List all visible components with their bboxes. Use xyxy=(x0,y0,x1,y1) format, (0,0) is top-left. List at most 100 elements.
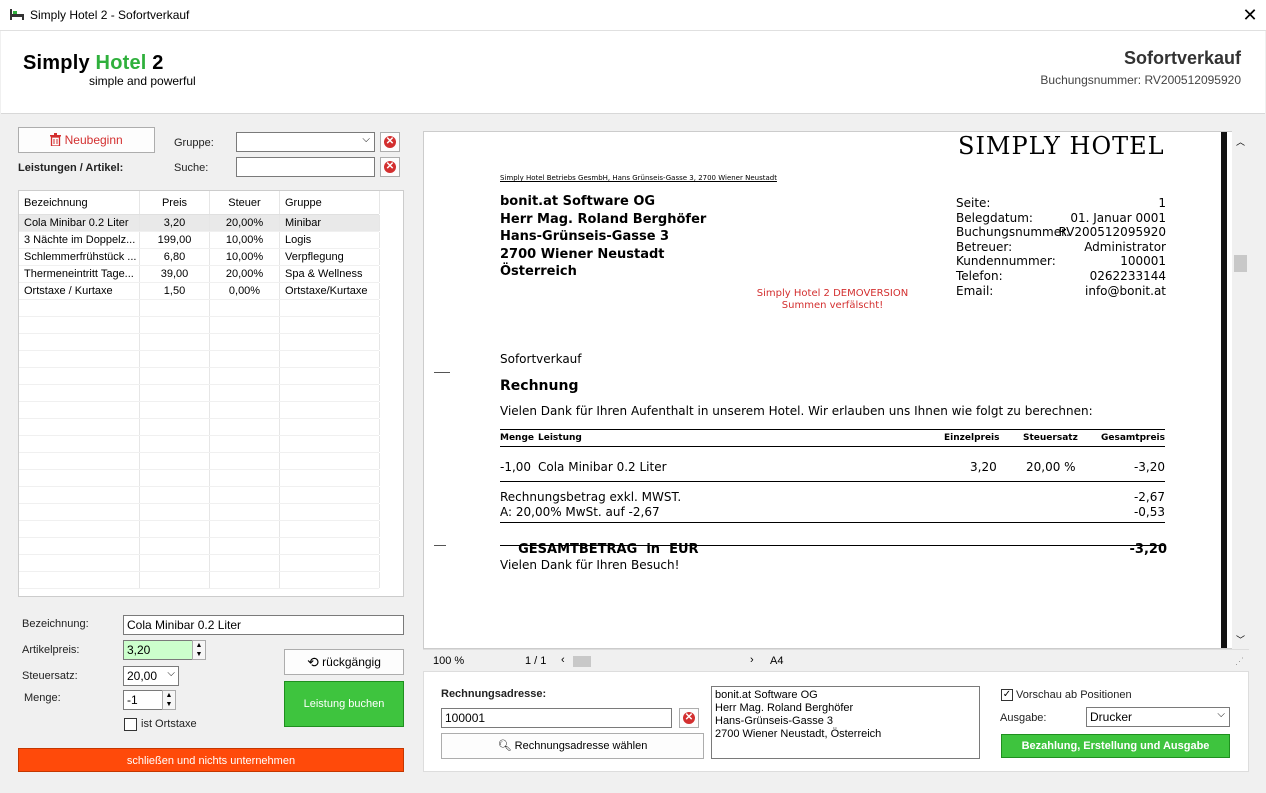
fold-mark xyxy=(434,545,446,546)
billing-address-input[interactable]: 100001 xyxy=(441,708,672,728)
close-window-icon[interactable]: ✕ xyxy=(1240,4,1260,26)
table-cell xyxy=(19,368,140,384)
meta-row: Betreuer: Administrator xyxy=(956,239,1166,254)
table-row[interactable] xyxy=(19,436,380,453)
table-cell xyxy=(210,334,280,350)
page-title: Sofortverkauf xyxy=(1123,48,1241,68)
billing-address-label: Rechnungsadresse: xyxy=(441,688,547,700)
table-cell xyxy=(19,300,140,316)
chevron-left-icon[interactable]: ‹ xyxy=(561,654,565,666)
table-row[interactable] xyxy=(19,453,380,470)
table-cell xyxy=(210,351,280,367)
table-row[interactable]: Cola Minibar 0.2 Liter 3,20 20,00% Minibar xyxy=(19,215,380,232)
table-row[interactable] xyxy=(19,521,380,538)
column-header[interactable]: Steuer xyxy=(210,191,280,214)
logo-text: Simply Hotel 2 xyxy=(23,52,164,74)
table-cell: Cola Minibar 0.2 Liter xyxy=(19,215,140,231)
horizontal-scroll-thumb[interactable] xyxy=(573,656,591,667)
table-row[interactable] xyxy=(19,385,380,402)
search-input[interactable] xyxy=(236,157,375,177)
table-cell xyxy=(210,504,280,520)
zoom-level[interactable]: 100 % xyxy=(433,655,464,667)
table-row[interactable] xyxy=(19,300,380,317)
price-input[interactable]: 3,20 xyxy=(123,640,193,660)
group-select[interactable]: ⌵ xyxy=(236,132,375,152)
invoice-preview[interactable]: SIMPLY HOTEL Simply Hotel Betriebs Gesmb… xyxy=(423,131,1249,649)
chevron-up-icon[interactable]: ︿ xyxy=(1236,135,1245,148)
items-label: Leistungen / Artikel: xyxy=(18,162,124,174)
table-row[interactable] xyxy=(19,572,380,589)
table-row[interactable] xyxy=(19,334,380,351)
table-row[interactable]: 3 Nächte im Doppelz... 199,00 10,00% Logis xyxy=(19,232,380,249)
table-cell xyxy=(140,385,210,401)
choose-address-button[interactable]: 🔍︎ Rechnungsadresse wählen xyxy=(441,733,704,759)
clear-icon: ✕ xyxy=(384,161,396,173)
table-cell xyxy=(19,572,140,588)
name-input[interactable]: Cola Minibar 0.2 Liter xyxy=(123,615,404,635)
column-header[interactable]: Bezeichnung xyxy=(19,191,140,214)
preview-checkbox[interactable]: ✓ xyxy=(1001,689,1013,701)
resize-grip-icon[interactable]: ⋰ xyxy=(1235,656,1244,667)
restart-button[interactable]: Neubeginn xyxy=(18,127,155,153)
ortstaxe-label: ist Ortstaxe xyxy=(141,718,197,730)
window-title: Simply Hotel 2 - Sofortverkauf xyxy=(30,8,190,22)
column-header[interactable]: Gruppe xyxy=(280,191,380,214)
search-label: Suche: xyxy=(174,162,209,174)
table-row[interactable] xyxy=(19,555,380,572)
table-row[interactable]: Schlemmerfrühstück ... 6,80 10,00% Verpfleg… xyxy=(19,249,380,266)
table-cell xyxy=(280,351,380,367)
chevron-down-icon: ⌵ xyxy=(167,668,175,679)
price-label: Artikelpreis: xyxy=(22,644,80,656)
clear-address-button[interactable]: ✕ xyxy=(679,708,699,728)
table-cell: Minibar xyxy=(280,215,380,231)
table-cell xyxy=(280,317,380,333)
table-cell xyxy=(19,351,140,367)
table-row[interactable] xyxy=(19,538,380,555)
close-without-action-button[interactable]: schließen und nichts unternehmen xyxy=(18,748,404,772)
table-row[interactable] xyxy=(19,402,380,419)
table-row[interactable]: Thermeneintritt Tage... 39,00 20,00% Spa & … xyxy=(19,266,380,283)
table-cell xyxy=(280,436,380,452)
recipient-address: bonit.at Software OG Herr Mag. Roland Ber… xyxy=(500,194,707,279)
address-textarea[interactable]: bonit.at Software OG Herr Mag. Roland Ber… xyxy=(711,686,980,759)
table-row[interactable] xyxy=(19,368,380,385)
table-cell: Thermeneintritt Tage... xyxy=(19,266,140,282)
ortstaxe-checkbox[interactable] xyxy=(124,718,137,731)
table-cell xyxy=(19,538,140,554)
table-row[interactable] xyxy=(19,351,380,368)
table-cell xyxy=(140,470,210,486)
table-row[interactable] xyxy=(19,487,380,504)
output-select[interactable]: Drucker ⌵ xyxy=(1086,707,1230,727)
table-cell xyxy=(140,521,210,537)
table-cell xyxy=(140,334,210,350)
chevron-down-icon: ⌵ xyxy=(362,134,370,145)
table-cell: 3,20 xyxy=(140,215,210,231)
vat-row: A: 20,00% MwSt. auf -2,67 -0,53 xyxy=(500,505,1165,519)
name-label: Bezeichnung: xyxy=(22,618,89,630)
book-item-button[interactable]: Leistung buchen xyxy=(284,681,404,727)
table-row[interactable] xyxy=(19,317,380,334)
undo-button[interactable]: ⟲ rückgängig xyxy=(284,649,404,675)
clear-search-button[interactable]: ✕ xyxy=(380,157,400,177)
table-row[interactable]: Ortstaxe / Kurtaxe 1,50 0,00% Ortstaxe/Kurt… xyxy=(19,283,380,300)
table-row[interactable] xyxy=(19,504,380,521)
table-cell xyxy=(19,470,140,486)
chevron-down-icon[interactable]: ﹀ xyxy=(1236,633,1245,646)
tax-select[interactable]: 20,00 ⌵ xyxy=(123,666,179,686)
qty-spinner[interactable]: ▲ ▼ xyxy=(162,690,176,710)
table-row[interactable] xyxy=(19,470,380,487)
clear-group-button[interactable]: ✕ xyxy=(380,132,400,152)
preview-vertical-scrollbar[interactable]: ︿ ﹀ xyxy=(1232,131,1249,649)
price-spinner[interactable]: ▲ ▼ xyxy=(192,640,206,660)
table-row[interactable] xyxy=(19,419,380,436)
pay-create-output-button[interactable]: Bezahlung, Erstellung und Ausgabe xyxy=(1001,734,1230,758)
scroll-thumb[interactable] xyxy=(1234,255,1247,272)
page-edge xyxy=(1221,132,1227,648)
table-cell xyxy=(280,487,380,503)
meta-row: Telefon: 0262233144 xyxy=(956,268,1166,283)
qty-input[interactable]: -1 xyxy=(123,690,163,710)
chevron-right-icon[interactable]: › xyxy=(750,654,754,666)
items-table[interactable]: Bezeichnung Preis Steuer Gruppe Cola Min… xyxy=(18,190,404,597)
page-indicator: 1 / 1 xyxy=(525,655,547,667)
column-header[interactable]: Preis xyxy=(140,191,210,214)
